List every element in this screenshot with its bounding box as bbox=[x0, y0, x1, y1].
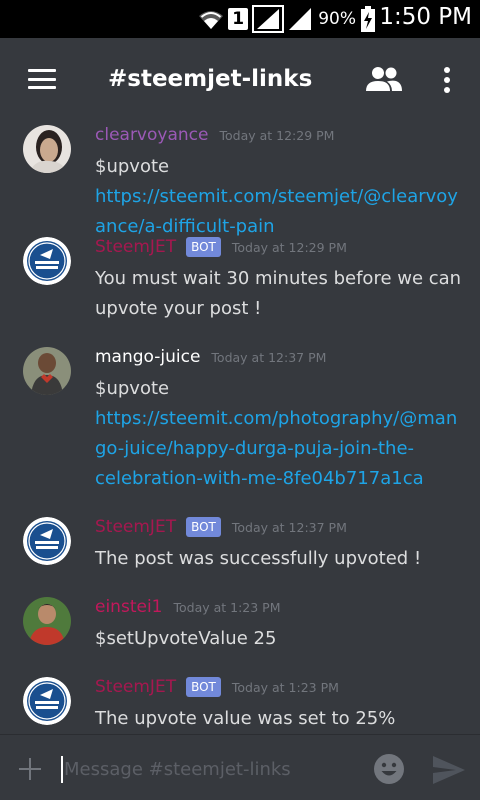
author-name[interactable]: SteemJET bbox=[95, 237, 176, 257]
message-input[interactable] bbox=[64, 751, 354, 787]
message-text: The upvote value was set to 25% bbox=[95, 708, 396, 729]
message: SteemJET BOT Today at 12:37 PM The post … bbox=[0, 514, 480, 584]
message: mango-juice Today at 12:37 PM $upvote ht… bbox=[0, 344, 480, 504]
message: SteemJET BOT Today at 1:23 PM The upvote… bbox=[0, 674, 480, 734]
message-text: $upvote bbox=[95, 156, 170, 177]
message-content: $upvote https://steemit.com/photography/… bbox=[95, 374, 467, 494]
message-timestamp: Today at 12:29 PM bbox=[231, 239, 347, 255]
status-icons: 1 90% bbox=[198, 5, 376, 33]
author-name[interactable]: mango-juice bbox=[95, 347, 200, 367]
plus-icon[interactable] bbox=[18, 757, 42, 781]
message-header: einstei1 Today at 1:23 PM bbox=[95, 594, 281, 620]
status-bar: 1 90% 1:50 PM bbox=[0, 0, 480, 38]
avatar[interactable] bbox=[23, 347, 71, 395]
steemjet-avatar[interactable] bbox=[23, 517, 71, 565]
message-text: $upvote bbox=[95, 378, 170, 399]
message-content: The upvote value was set to 25% bbox=[95, 704, 467, 734]
message-timestamp: Today at 1:23 PM bbox=[173, 599, 281, 615]
signal-icon bbox=[289, 8, 312, 30]
channel-header: #steemjet-links bbox=[0, 38, 480, 122]
message-content: $upvote https://steemit.com/steemjet/@cl… bbox=[95, 152, 467, 242]
steemjet-avatar[interactable] bbox=[23, 237, 71, 285]
message-header: mango-juice Today at 12:37 PM bbox=[95, 344, 326, 370]
author-name[interactable]: SteemJET bbox=[95, 517, 176, 537]
message: einstei1 Today at 1:23 PM $setUpvoteValu… bbox=[0, 594, 480, 664]
emoji-icon[interactable] bbox=[373, 753, 405, 785]
bot-badge: BOT bbox=[186, 677, 221, 697]
message-link[interactable]: https://steemit.com/photography/@mango-j… bbox=[95, 408, 457, 489]
message-list[interactable]: clearvoyance Today at 12:29 PM $upvote h… bbox=[0, 122, 480, 734]
message-header: clearvoyance Today at 12:29 PM bbox=[95, 122, 334, 148]
author-name[interactable]: SteemJET bbox=[95, 677, 176, 697]
battery-percent: 90% bbox=[318, 9, 356, 29]
message-timestamp: Today at 12:37 PM bbox=[211, 349, 327, 365]
signal-outline-icon bbox=[252, 5, 285, 33]
send-icon[interactable] bbox=[432, 755, 466, 785]
message-header: SteemJET BOT Today at 12:37 PM bbox=[95, 514, 347, 540]
message-content: $setUpvoteValue 25 bbox=[95, 624, 467, 654]
steemjet-avatar[interactable] bbox=[23, 677, 71, 725]
message-text: The post was successfully upvoted ! bbox=[95, 548, 422, 569]
avatar[interactable] bbox=[23, 125, 71, 173]
text-cursor bbox=[61, 756, 63, 783]
message-content: You must wait 30 minutes before we can u… bbox=[95, 264, 467, 324]
channel-title: #steemjet-links bbox=[108, 66, 313, 92]
author-name[interactable]: clearvoyance bbox=[95, 125, 208, 145]
message-content: The post was successfully upvoted ! bbox=[95, 544, 467, 574]
message-timestamp: Today at 1:23 PM bbox=[231, 679, 339, 695]
bot-badge: BOT bbox=[186, 517, 221, 537]
message-timestamp: Today at 12:37 PM bbox=[231, 519, 347, 535]
author-name[interactable]: einstei1 bbox=[95, 597, 162, 617]
message: clearvoyance Today at 12:29 PM $upvote h… bbox=[0, 122, 480, 237]
message-header: SteemJET BOT Today at 12:29 PM bbox=[95, 234, 347, 260]
message-composer bbox=[0, 734, 480, 800]
message-header: SteemJET BOT Today at 1:23 PM bbox=[95, 674, 339, 700]
bot-badge: BOT bbox=[186, 237, 221, 257]
avatar[interactable] bbox=[23, 597, 71, 645]
message: SteemJET BOT Today at 12:29 PM You must … bbox=[0, 234, 480, 334]
message-link[interactable]: https://steemit.com/steemjet/@clearvoyan… bbox=[95, 186, 458, 237]
sim-slot-badge: 1 bbox=[228, 8, 249, 30]
wifi-icon bbox=[199, 11, 224, 29]
message-text: You must wait 30 minutes before we can u… bbox=[95, 268, 462, 319]
menu-icon[interactable] bbox=[28, 69, 56, 89]
battery-charging-icon bbox=[361, 6, 375, 32]
message-text: $setUpvoteValue 25 bbox=[95, 628, 277, 649]
clock-time: 1:50 PM bbox=[379, 4, 472, 30]
members-icon[interactable] bbox=[366, 66, 402, 92]
message-timestamp: Today at 12:29 PM bbox=[219, 127, 335, 143]
more-options-icon[interactable] bbox=[437, 66, 457, 94]
